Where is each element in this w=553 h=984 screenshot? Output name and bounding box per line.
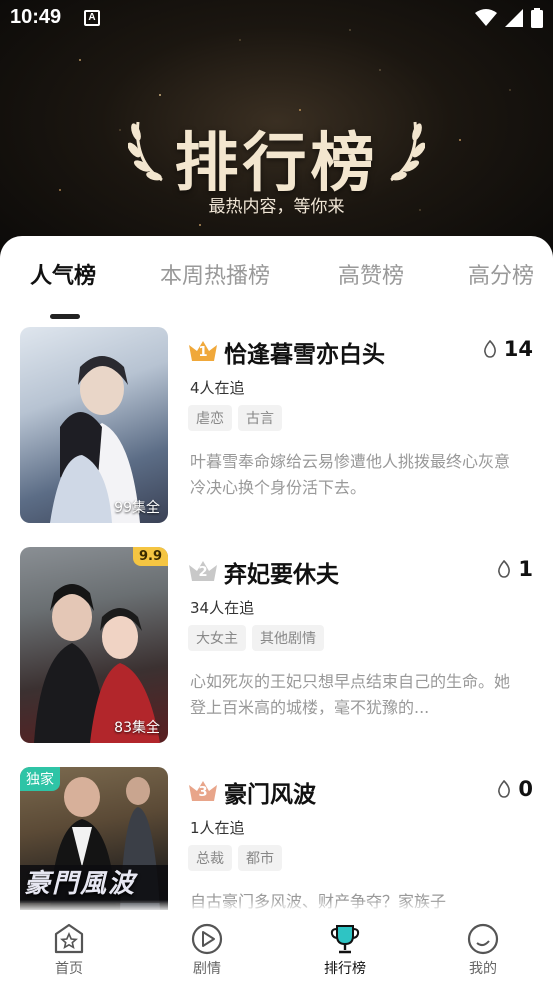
genre-tag[interactable]: 虐恋 xyxy=(188,405,232,431)
trophy-icon xyxy=(330,925,360,954)
rank-number: 2 xyxy=(198,565,208,580)
nav-label: 我的 xyxy=(469,961,497,977)
follower-count: 34人在追 xyxy=(190,599,255,617)
nav-label: 剧情 xyxy=(193,961,221,977)
ranking-tabs: 人气榜 本周热播榜 高赞榜 高分榜 xyxy=(0,258,553,319)
nav-home[interactable]: 首页 xyxy=(29,922,109,978)
rank-badge-bronze: 3 xyxy=(188,779,218,803)
rank-badge-gold: 1 xyxy=(188,339,218,363)
flame-icon xyxy=(498,780,511,798)
profile-circle-icon xyxy=(467,923,499,955)
drama-title[interactable]: 恰逢暮雪亦白头 xyxy=(224,335,385,369)
list-fade xyxy=(0,900,553,912)
heat-number: 0 xyxy=(518,777,533,801)
follower-count: 4人在追 xyxy=(190,379,245,397)
score-badge: 9.9 xyxy=(132,547,168,566)
nav-label: 首页 xyxy=(55,961,83,977)
genre-tags: 虐恋 古言 xyxy=(188,405,282,431)
nav-label: 排行榜 xyxy=(324,961,366,977)
drama-description: 心如死灰的王妃只想早点结束自己的生命。她登上百米高的城楼，毫不犹豫的... xyxy=(190,672,511,717)
drama-poster[interactable]: 99集全 xyxy=(20,327,168,523)
status-time: 10:49 xyxy=(10,6,62,28)
drama-poster[interactable]: 独家 豪門風波 xyxy=(20,767,168,910)
nav-drama[interactable]: 剧情 xyxy=(167,922,247,978)
drama-description: 叶暮雪奉命嫁给云易惨遭他人挑拨最终心灰意冷决心换个身份活下去。 xyxy=(190,452,511,497)
genre-tag[interactable]: 大女主 xyxy=(188,625,246,651)
poster-figures-image xyxy=(34,584,160,743)
play-circle-icon xyxy=(191,923,223,955)
tab-top-rated[interactable]: 高分榜 xyxy=(468,258,534,290)
tab-popularity[interactable]: 人气榜 xyxy=(30,258,96,290)
flame-icon xyxy=(483,340,496,358)
nav-ranking[interactable]: 排行榜 xyxy=(305,922,385,978)
nav-profile[interactable]: 我的 xyxy=(443,922,523,978)
flame-icon xyxy=(498,560,511,578)
notification-a-icon: A xyxy=(84,10,100,26)
ranking-list-item[interactable]: 9.9 83集全 2 弃妃要休夫 1 34人在追 大女主 其他剧情 心如死灰的王… xyxy=(0,547,553,747)
battery-icon xyxy=(531,8,543,28)
heat-score: 0 xyxy=(496,777,533,801)
drama-title[interactable]: 弃妃要休夫 xyxy=(224,555,339,589)
status-bar: 10:49 A xyxy=(0,0,553,38)
genre-tag[interactable]: 总裁 xyxy=(188,845,232,871)
rank-number: 3 xyxy=(198,785,208,800)
poster-figures-image xyxy=(50,356,140,523)
bottom-navigation: 首页 剧情 排行榜 我的 xyxy=(0,912,553,984)
genre-tags: 大女主 其他剧情 xyxy=(188,625,324,651)
heat-number: 1 xyxy=(518,557,533,581)
hero-title: 排行榜 xyxy=(174,127,379,201)
drama-title[interactable]: 豪门风波 xyxy=(224,775,316,809)
heat-score: 14 xyxy=(482,337,533,361)
genre-tags: 总裁 都市 xyxy=(188,845,282,871)
genre-tag[interactable]: 古言 xyxy=(238,405,282,431)
drama-poster[interactable]: 9.9 83集全 xyxy=(20,547,168,743)
heat-number: 14 xyxy=(503,337,533,361)
genre-tag[interactable]: 其他剧情 xyxy=(252,625,324,651)
status-icons xyxy=(475,8,543,28)
cellular-signal-icon xyxy=(505,9,523,27)
ranking-hero-banner: 10:49 A 排行榜 最热内容，等你来 xyxy=(0,0,553,270)
poster-overlay-title: 豪門風波 xyxy=(24,869,137,899)
episode-count: 99集全 xyxy=(114,500,160,516)
home-star-icon xyxy=(54,923,84,954)
genre-tag[interactable]: 都市 xyxy=(238,845,282,871)
follower-count: 1人在追 xyxy=(190,819,245,837)
tab-active-indicator xyxy=(50,314,80,319)
heat-score: 1 xyxy=(496,557,533,581)
rank-badge-silver: 2 xyxy=(188,559,218,583)
episode-count: 83集全 xyxy=(114,720,160,736)
hero-title-wrap: 排行榜 xyxy=(0,112,553,204)
exclusive-badge: 独家 xyxy=(20,767,60,791)
tab-weekly-hot[interactable]: 本周热播榜 xyxy=(160,258,270,290)
tab-most-liked[interactable]: 高赞榜 xyxy=(338,258,404,290)
ranking-list-item[interactable]: 99集全 1 恰逢暮雪亦白头 14 4人在追 虐恋 古言 叶暮雪奉命嫁给云易惨遭… xyxy=(0,327,553,527)
wifi-icon xyxy=(475,9,497,26)
rank-number: 1 xyxy=(198,345,208,360)
hero-subtitle: 最热内容，等你来 xyxy=(208,197,345,217)
